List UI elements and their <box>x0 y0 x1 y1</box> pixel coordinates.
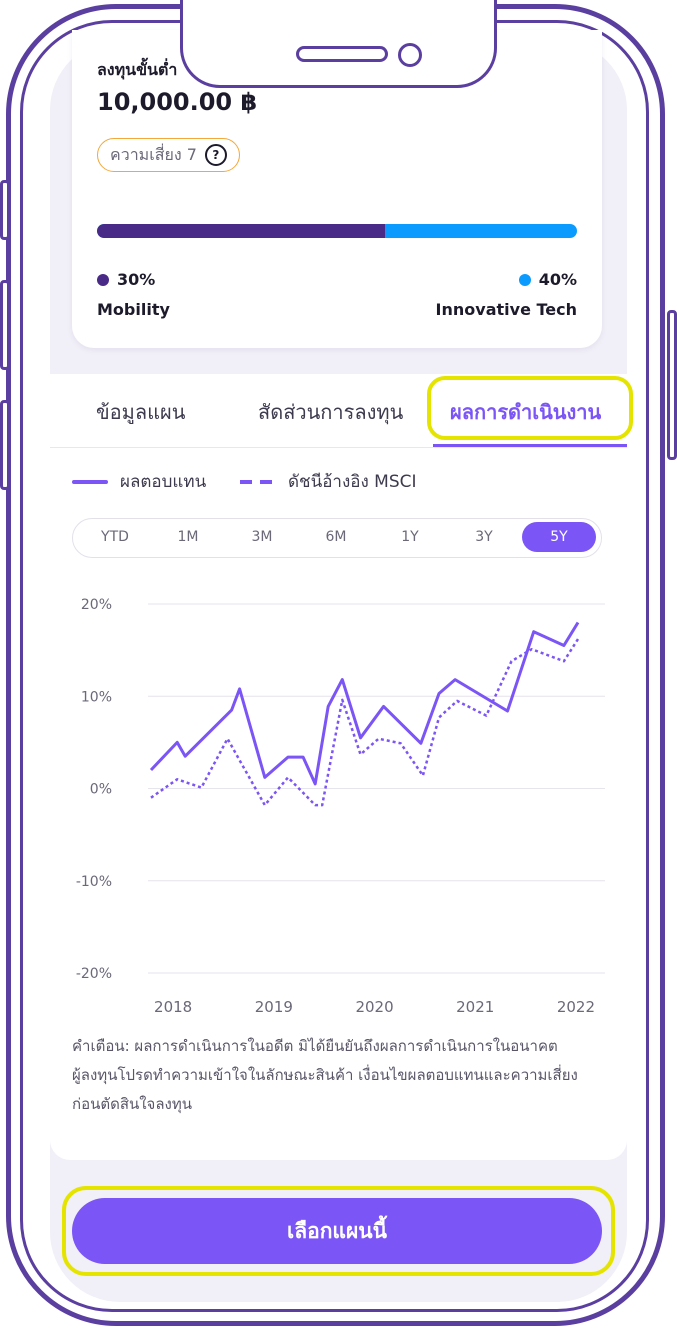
x-tick-label: 2019 <box>255 998 293 1016</box>
x-tick-label: 2021 <box>456 998 494 1016</box>
camera-icon <box>398 43 422 67</box>
y-tick-label: -20% <box>76 966 112 982</box>
y-tick-label: -10% <box>76 874 112 890</box>
disclaimer-line: ผู้ลงทุนโปรดทำความเข้าใจในลักษณะสินค้า เ… <box>72 1066 578 1084</box>
y-tick-label: 0% <box>90 782 112 798</box>
x-tick-label: 2018 <box>154 998 192 1016</box>
speaker-icon <box>296 46 388 62</box>
x-tick-label: 2022 <box>557 998 595 1016</box>
y-tick-label: 20% <box>81 597 112 613</box>
return-series-line <box>149 621 580 786</box>
disclaimer-line: คำเตือน: ผลการดำเนินการในอดีต มิได้ยืนยั… <box>72 1037 558 1055</box>
x-tick-label: 2020 <box>355 998 393 1016</box>
disclaimer: คำเตือน: ผลการดำเนินการในอดีต มิได้ยืนยั… <box>72 1032 592 1119</box>
phone-notch <box>180 0 497 88</box>
performance-line-chart: 20% 10% 0% -10% -20% 2018 2019 2020 2021 2022 <box>76 597 605 1016</box>
highlight-box <box>62 1186 615 1276</box>
y-tick-label: 10% <box>81 689 112 705</box>
disclaimer-line: ก่อนตัดสินใจลงทุน <box>72 1095 193 1113</box>
benchmark-series-line <box>150 638 580 807</box>
